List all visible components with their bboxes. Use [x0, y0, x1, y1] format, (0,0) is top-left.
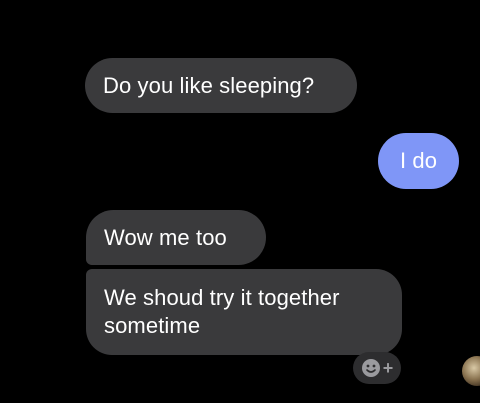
message-text: Do you like sleeping? — [103, 73, 315, 98]
message-bubble-incoming[interactable]: We shoud try it together sometime — [86, 269, 402, 355]
message-bubble-incoming[interactable]: Do you like sleeping? — [85, 58, 357, 113]
plus-icon: + — [382, 357, 394, 378]
message-text: We shoud try it together sometime — [104, 285, 340, 338]
message-bubble-outgoing[interactable]: I do — [378, 133, 459, 189]
message-text: Wow me too — [104, 225, 227, 250]
add-reaction-button[interactable]: + — [353, 352, 401, 384]
smiley-icon — [361, 358, 381, 378]
avatar — [462, 356, 480, 386]
message-text: I do — [399, 148, 438, 173]
message-bubble-incoming[interactable]: Wow me too — [86, 210, 266, 265]
